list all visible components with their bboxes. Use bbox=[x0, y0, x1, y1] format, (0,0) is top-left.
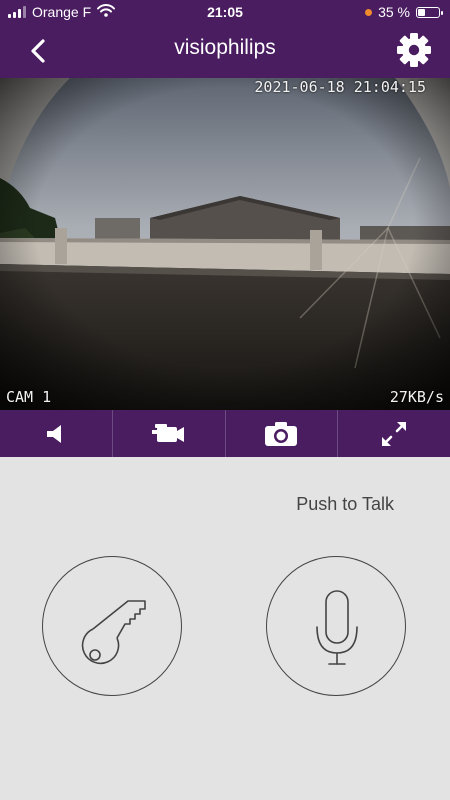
camera-label: CAM 1 bbox=[6, 388, 52, 406]
camera-image bbox=[0, 78, 450, 410]
status-right: 35 % bbox=[365, 4, 443, 20]
record-button[interactable] bbox=[113, 410, 226, 457]
key-icon bbox=[81, 600, 146, 665]
status-bar: Orange F 21:05 35 % bbox=[0, 0, 450, 24]
unlock-button[interactable] bbox=[42, 556, 182, 696]
microphone-icon bbox=[316, 590, 358, 665]
battery-fill bbox=[418, 8, 425, 16]
camera-icon bbox=[265, 421, 298, 446]
camera-timestamp: 2021-06-18 21:04:15 bbox=[254, 78, 426, 96]
battery-icon bbox=[416, 6, 443, 18]
expand-icon bbox=[382, 421, 407, 446]
battery-percent: 35 % bbox=[378, 4, 410, 20]
video-camera-icon bbox=[151, 423, 184, 442]
snapshot-button[interactable] bbox=[226, 410, 339, 457]
speaker-button[interactable] bbox=[0, 410, 113, 457]
speaker-icon bbox=[46, 424, 61, 443]
page-title: visiophilips bbox=[174, 36, 276, 59]
privacy-dot-icon bbox=[365, 8, 373, 16]
talk-button[interactable] bbox=[266, 556, 406, 696]
camera-controls bbox=[0, 410, 450, 457]
fullscreen-button[interactable] bbox=[338, 410, 450, 457]
top-bar: Orange F 21:05 35 % visiophilips bbox=[0, 0, 450, 78]
settings-button[interactable] bbox=[396, 32, 432, 68]
camera-bitrate: 27KB/s bbox=[389, 388, 444, 406]
gear-icon bbox=[397, 33, 431, 67]
nav-bar: visiophilips bbox=[0, 24, 450, 78]
push-to-talk-label: Push to Talk bbox=[296, 494, 394, 514]
camera-feed[interactable]: 2021-06-18 21:04:15 CAM 1 27KB/s bbox=[0, 78, 450, 410]
